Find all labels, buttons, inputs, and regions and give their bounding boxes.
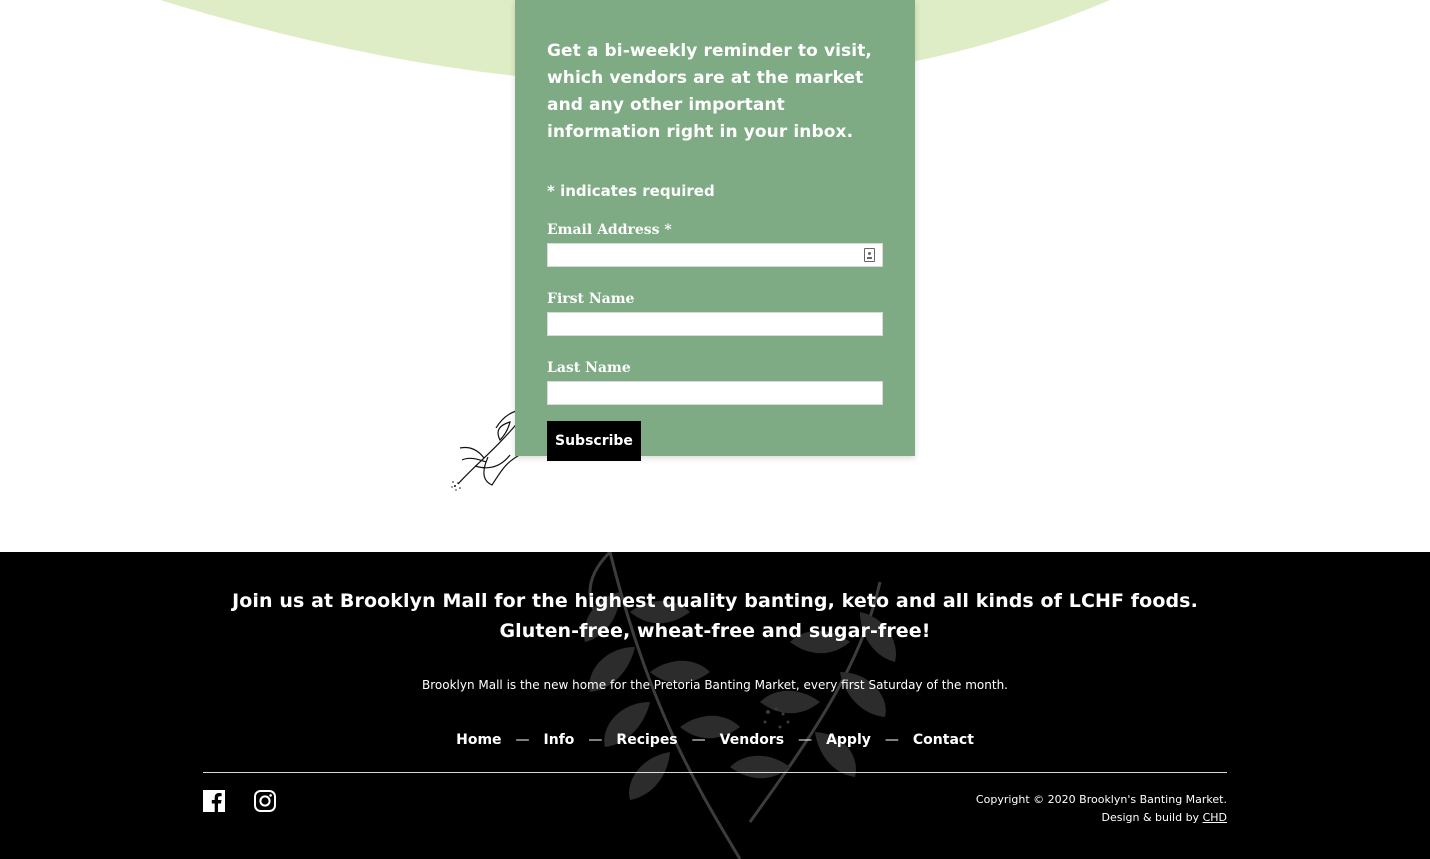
site-footer: Join us at Brooklyn Mall for the highest…: [0, 552, 1430, 859]
credit-link[interactable]: CHD: [1203, 811, 1227, 824]
footer-tagline: Join us at Brooklyn Mall for the highest…: [232, 590, 1198, 642]
footer-nav: Home — Info — Recipes — Vendors — Apply — Contact: [200, 732, 1230, 748]
newsletter-signup-form: Get a bi-weekly reminder to visit, which…: [515, 0, 915, 461]
credit-line: Design & build by CHD: [976, 809, 1227, 827]
facebook-icon[interactable]: [203, 790, 225, 812]
footer-nav-info[interactable]: Info: [544, 732, 575, 748]
footer-nav-contact[interactable]: Contact: [913, 732, 974, 748]
autofill-contact-icon[interactable]: [864, 248, 875, 262]
instagram-icon[interactable]: [254, 790, 276, 812]
copyright-text: Copyright © 2020 Brooklyn's Banting Mark…: [975, 793, 1227, 806]
nav-separator: —: [515, 732, 530, 748]
required-fields-note: * indicates required: [547, 182, 715, 200]
nav-separator: —: [798, 732, 813, 748]
first-name-label: First Name: [547, 291, 635, 307]
copyright-block: Copyright © 2020 Brooklyn's Banting Mark…: [976, 791, 1227, 827]
footer-nav-vendors[interactable]: Vendors: [720, 732, 784, 748]
last-name-field[interactable]: [547, 381, 883, 405]
credit-prefix: Design & build by: [1101, 811, 1200, 824]
nav-separator: —: [691, 732, 706, 748]
signup-intro-text: Get a bi-weekly reminder to visit, which…: [547, 41, 872, 142]
email-label: Email Address *: [547, 222, 672, 238]
footer-subtext: Brooklyn Mall is the new home for the Pr…: [422, 678, 1008, 692]
footer-divider: [203, 772, 1227, 773]
footer-nav-apply[interactable]: Apply: [826, 732, 871, 748]
email-field[interactable]: [547, 243, 883, 267]
subscribe-button[interactable]: Subscribe: [547, 421, 641, 461]
nav-separator: —: [588, 732, 603, 748]
first-name-field[interactable]: [547, 312, 883, 336]
footer-nav-home[interactable]: Home: [456, 732, 501, 748]
email-field-wrapper: [547, 243, 883, 267]
nav-separator: —: [884, 732, 899, 748]
footer-nav-recipes[interactable]: Recipes: [616, 732, 677, 748]
signup-section: Get a bi-weekly reminder to visit, which…: [0, 0, 1430, 552]
last-name-label: Last Name: [547, 360, 631, 376]
social-links: [203, 790, 276, 812]
